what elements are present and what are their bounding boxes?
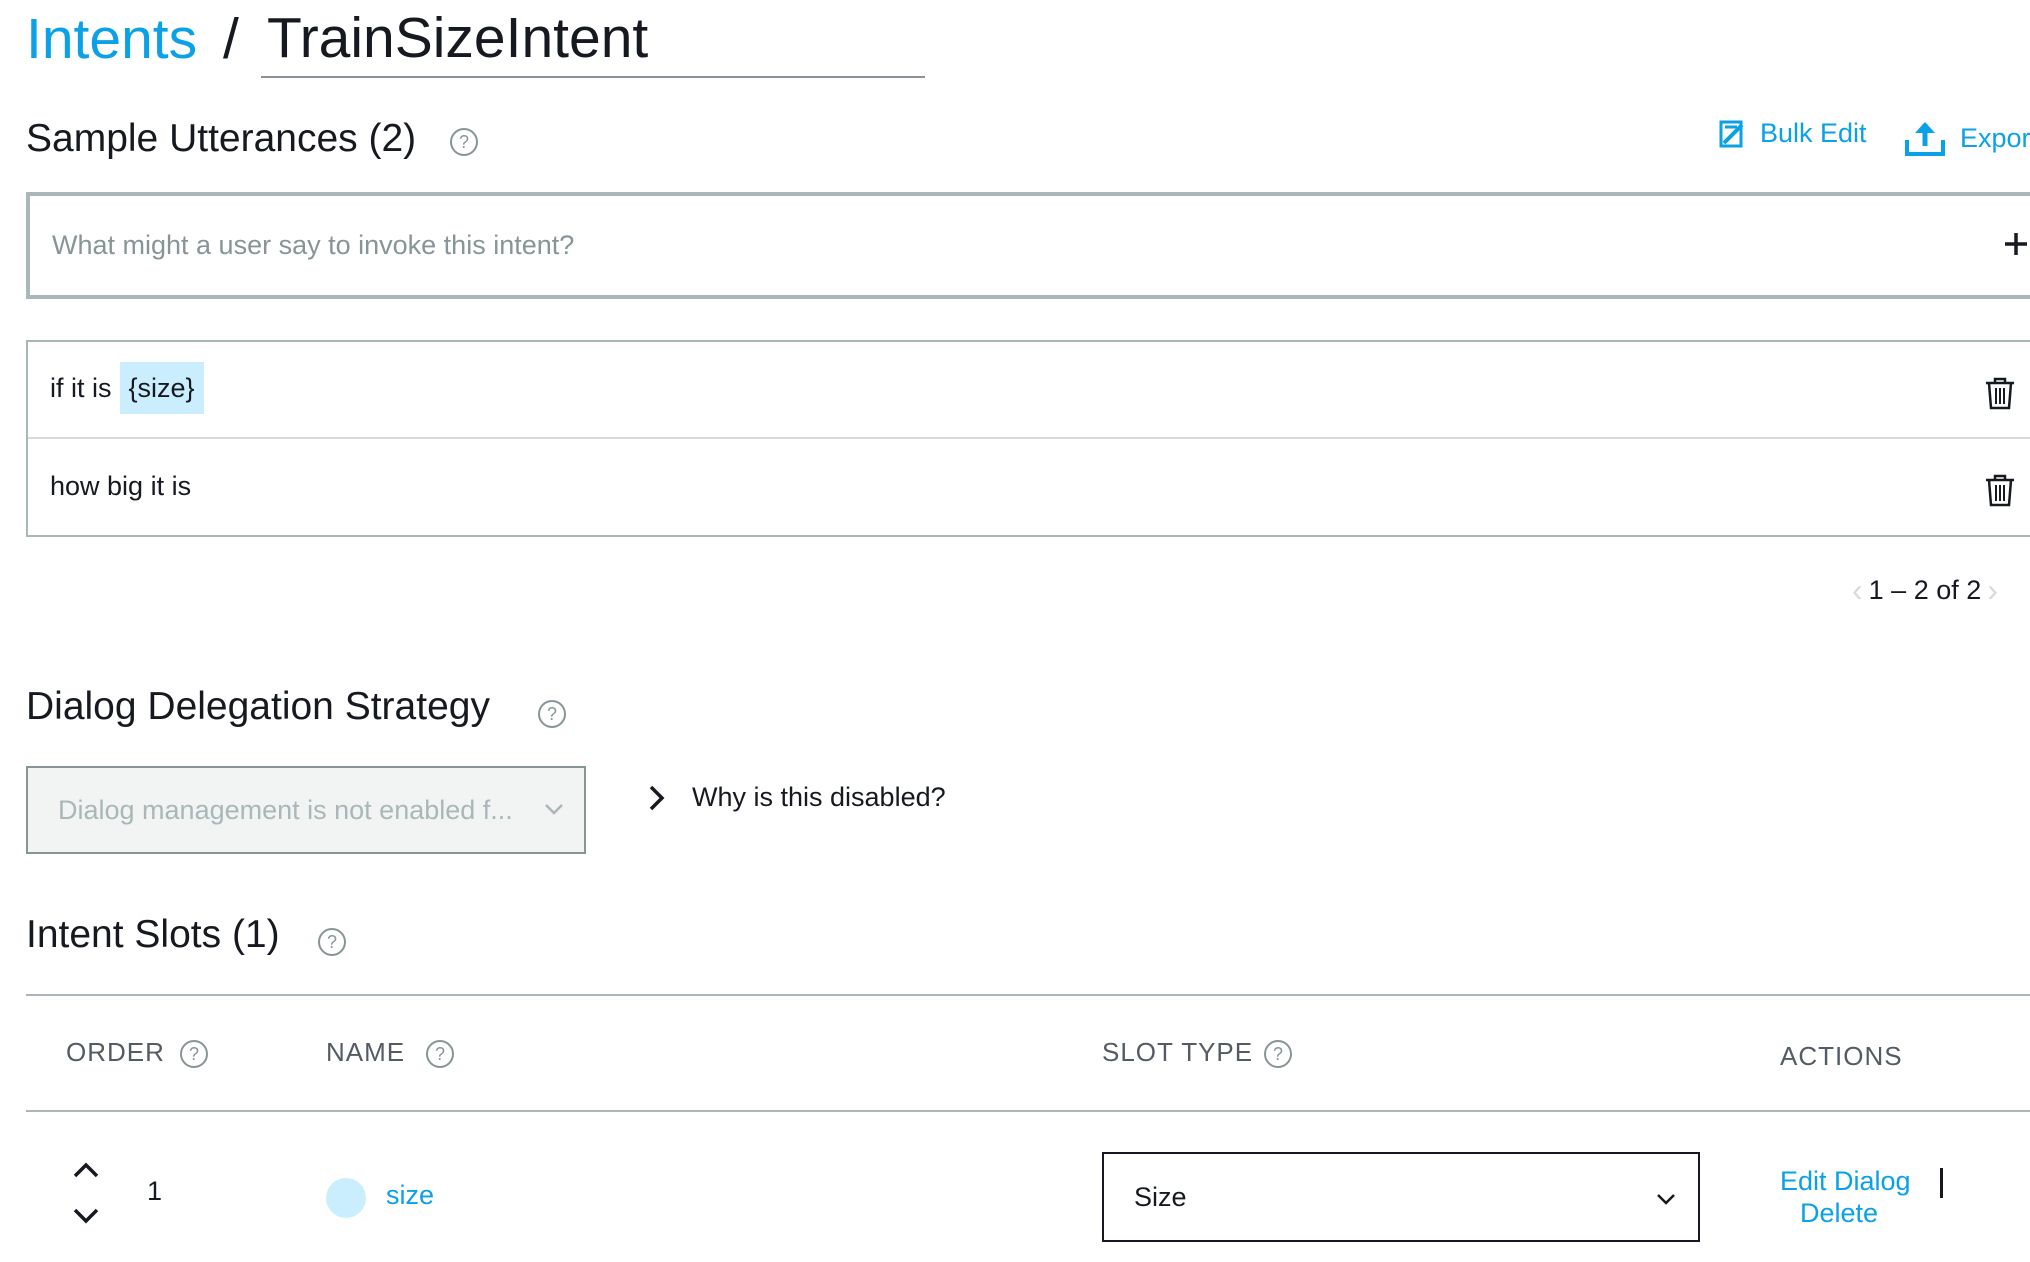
chevron-right-icon[interactable]: › bbox=[1987, 572, 1998, 609]
bulk-edit-icon bbox=[1719, 120, 1744, 147]
why-disabled-toggle[interactable]: Why is this disabled? bbox=[648, 782, 946, 813]
chevron-right-icon bbox=[649, 785, 665, 810]
slot-order: 1 bbox=[147, 1176, 163, 1206]
pagination: ‹ 1 – 2 of 2 › bbox=[1852, 572, 1998, 609]
plus-icon bbox=[2005, 233, 2027, 255]
table-header-divider bbox=[26, 1110, 2030, 1112]
upload-icon bbox=[1905, 122, 1945, 156]
intent-name-field[interactable] bbox=[261, 0, 925, 78]
chevron-down-icon bbox=[545, 804, 563, 815]
slot-name-link[interactable]: size bbox=[386, 1180, 434, 1211]
trash-icon[interactable] bbox=[1984, 473, 2016, 507]
bulk-edit-button[interactable]: Bulk Edit bbox=[1718, 118, 1867, 149]
dialog-delegation-title: Dialog Delegation Strategy bbox=[26, 685, 490, 728]
sample-utterances-title: Sample Utterances (2) bbox=[26, 117, 417, 160]
table-top-divider bbox=[26, 994, 2030, 996]
delete-slot-link[interactable]: Delete bbox=[1800, 1198, 1878, 1229]
utterance-prefix: how big it is bbox=[50, 471, 192, 501]
utterance-input[interactable] bbox=[52, 196, 1952, 295]
bulk-edit-label: Bulk Edit bbox=[1760, 118, 1867, 148]
chevron-down-icon bbox=[1657, 1194, 1675, 1205]
actions-divider bbox=[1940, 1168, 1943, 1198]
chevron-left-icon[interactable]: ‹ bbox=[1852, 572, 1863, 609]
add-utterance-button[interactable] bbox=[1988, 216, 2030, 272]
slot-color-dot bbox=[326, 1178, 366, 1218]
list-item[interactable]: if it is {size} bbox=[28, 342, 2030, 439]
column-header-order: ORDER bbox=[66, 1037, 165, 1067]
question-circle-icon[interactable]: ? bbox=[538, 700, 566, 728]
export-label: Export bbox=[1960, 122, 2030, 153]
question-circle-icon[interactable]: ? bbox=[1264, 1040, 1292, 1068]
trash-icon[interactable] bbox=[1984, 376, 2016, 410]
utterance-prefix: if it is bbox=[50, 373, 112, 403]
slot-chip[interactable]: {size} bbox=[119, 362, 204, 414]
dialog-delegation-select: Dialog management is not enabled f... bbox=[26, 766, 586, 854]
slot-type-select[interactable]: Size bbox=[1102, 1152, 1700, 1242]
why-disabled-label: Why is this disabled? bbox=[692, 782, 946, 812]
utterance-text[interactable]: how big it is bbox=[50, 465, 191, 507]
utterance-list: if it is {size} how big it is bbox=[26, 340, 2030, 537]
column-header-slot-type: SLOT TYPE bbox=[1102, 1037, 1254, 1067]
dialog-delegation-value: Dialog management is not enabled f... bbox=[58, 794, 513, 825]
chevron-down-icon[interactable] bbox=[73, 1208, 99, 1224]
chevron-up-icon[interactable] bbox=[73, 1162, 99, 1178]
utterance-input-box bbox=[26, 192, 2030, 299]
breadcrumb-separator: / bbox=[223, 7, 239, 71]
question-circle-icon[interactable]: ? bbox=[426, 1040, 454, 1068]
column-header-actions: ACTIONS bbox=[1780, 1041, 1903, 1071]
intent-slots-title: Intent Slots (1) bbox=[26, 913, 280, 956]
utterance-text[interactable]: if it is {size} bbox=[50, 362, 204, 414]
breadcrumb-intents-link[interactable]: Intents bbox=[26, 6, 197, 72]
question-circle-icon[interactable]: ? bbox=[318, 928, 346, 956]
question-circle-icon[interactable]: ? bbox=[180, 1040, 208, 1068]
reorder-arrows-icon[interactable] bbox=[70, 1160, 102, 1228]
export-button[interactable]: Export bbox=[1904, 118, 2030, 158]
pagination-range: 1 – 2 of 2 bbox=[1868, 575, 1982, 605]
slot-type-value: Size bbox=[1134, 1181, 1187, 1212]
column-header-name: NAME bbox=[326, 1037, 406, 1067]
question-circle-icon[interactable]: ? bbox=[450, 128, 478, 156]
list-item[interactable]: how big it is bbox=[28, 439, 2030, 536]
edit-dialog-link[interactable]: Edit Dialog bbox=[1780, 1166, 1911, 1197]
